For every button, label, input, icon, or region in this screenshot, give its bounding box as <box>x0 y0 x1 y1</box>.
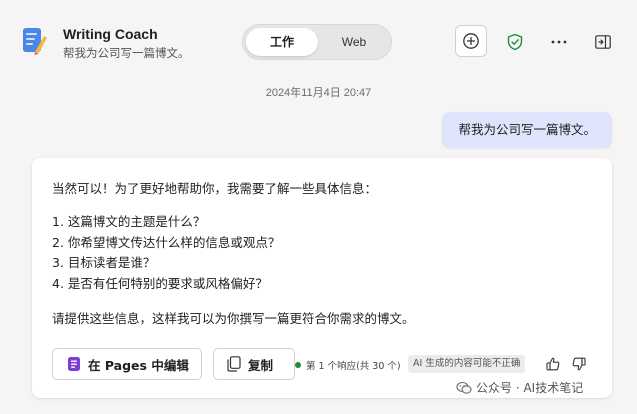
pages-icon <box>68 357 80 371</box>
copy-button[interactable]: 复制 <box>213 348 295 380</box>
app-title: Writing Coach <box>63 26 158 42</box>
edit-in-pages-button[interactable]: 在 Pages 中编辑 <box>52 348 202 380</box>
copy-label: 复制 <box>248 357 274 373</box>
message-timestamp: 2024年11月4日 20:47 <box>265 87 372 99</box>
copy-icon <box>227 356 241 372</box>
writing-coach-app-icon <box>22 26 48 56</box>
watermark: 公众号 · AI技术笔记 <box>456 379 583 396</box>
mode-toggle: 工作 Web <box>242 24 392 60</box>
shield-check-icon <box>507 33 523 51</box>
new-chat-button[interactable] <box>455 25 487 57</box>
app-subtitle: 帮我为公司写一篇博文。 <box>63 46 190 60</box>
thumbs-down-button[interactable] <box>570 355 588 373</box>
side-panel-button[interactable] <box>589 28 617 56</box>
thumbs-up-button[interactable] <box>544 355 562 373</box>
thumbs-down-icon <box>572 357 586 371</box>
list-item: 3. 目标读者是谁？ <box>52 255 156 270</box>
user-message-bubble: 帮我为公司写一篇博文。 <box>442 112 612 148</box>
thumbs-up-icon <box>546 357 560 371</box>
list-item: 1. 这篇博文的主题是什么？ <box>52 214 206 229</box>
status-dot <box>295 362 301 368</box>
reply-intro: 当然可以！为了更好地帮助你，我需要了解一些具体信息： <box>52 181 378 196</box>
response-counter-text: 第 1 个响应(共 30 个) <box>306 361 401 372</box>
assistant-reply-card: 当然可以！为了更好地帮助你，我需要了解一些具体信息： 1. 这篇博文的主题是什么… <box>32 158 612 398</box>
side-panel-icon <box>595 35 611 49</box>
more-icon <box>551 40 567 44</box>
reply-question-list: 1. 这篇博文的主题是什么？ 2. 你希望博文传达什么样的信息或观点？ 3. 目… <box>52 212 280 294</box>
more-options-button[interactable] <box>545 28 573 56</box>
header: Writing Coach 帮我为公司写一篇博文。 工作 Web <box>0 0 637 80</box>
edit-in-pages-label: 在 Pages 中编辑 <box>88 357 189 373</box>
list-item: 2. 你希望博文传达什么样的信息或观点？ <box>52 234 281 250</box>
watermark-text: 公众号 · AI技术笔记 <box>476 381 584 395</box>
reply-outro: 请提供这些信息，这样我可以为你撰写一篇更符合你需求的博文。 <box>52 311 415 326</box>
ai-disclaimer-badge: AI 生成的内容可能不正确 <box>408 355 526 373</box>
response-counter: 第 1 个响应(共 30 个) <box>295 358 401 372</box>
mode-web-tab[interactable]: Web <box>318 28 390 56</box>
new-chat-icon <box>463 33 479 49</box>
list-item: 4. 是否有任何特别的要求或风格偏好？ <box>52 275 268 291</box>
mode-work-tab[interactable]: 工作 <box>246 28 318 56</box>
privacy-shield-button[interactable] <box>501 28 529 56</box>
wechat-icon <box>456 381 472 394</box>
